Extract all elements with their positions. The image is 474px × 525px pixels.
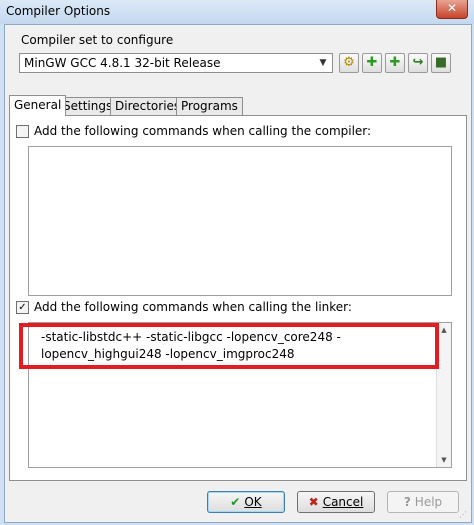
rename-icon: ↪ [412,55,424,70]
checkmark-icon: ✔ [230,495,241,509]
add-empty-compiler-button[interactable]: ✚ [362,53,382,73]
scroll-up-icon[interactable]: ▲ [437,323,451,337]
cancel-button[interactable]: ✖ Cancel [297,491,375,513]
tab-settings[interactable]: Settings [58,97,118,115]
add-empty-icon: ✚ [366,55,378,70]
add-folder-icon: ✚ [389,55,401,70]
close-button[interactable]: ✕ [436,0,468,19]
chevron-down-icon: ▼ [319,58,327,68]
linker-commands-label: Add the following commands when calling … [34,300,352,314]
compiler-set-label: Compiler set to configure [21,33,174,47]
help-icon: ? [403,495,411,509]
cancel-label: Cancel [322,495,364,509]
resize-grip-icon[interactable]: ⋰ [459,510,469,520]
linker-commands-checkbox[interactable]: ✓ [16,301,29,314]
scroll-down-icon[interactable]: ▼ [437,453,451,467]
help-label: Help [414,495,443,509]
compiler-commands-checkbox[interactable] [16,125,29,138]
title-bar: Compiler Options ✕ [0,0,474,24]
cross-icon: ✖ [308,495,319,509]
tab-directories[interactable]: Directories [110,97,186,115]
rename-compiler-button[interactable]: ↪ [408,53,428,73]
find-compiler-button[interactable]: ⚙ [339,53,359,73]
add-compiler-folder-button[interactable]: ✚ [385,53,405,73]
ok-button[interactable]: ✔ OK [207,491,285,513]
delete-compiler-button[interactable]: ■ [431,53,451,73]
ok-label: OK [244,495,262,509]
linker-highlight-box [19,323,439,369]
window-title: Compiler Options [6,4,111,18]
compiler-commands-label: Add the following commands when calling … [34,124,372,138]
compiler-set-select[interactable]: MinGW GCC 4.8.1 32-bit Release ▼ [19,53,333,73]
help-button[interactable]: ? Help [387,491,459,513]
general-tab-panel: Add the following commands when calling … [9,115,467,481]
tab-general[interactable]: General [9,95,67,116]
find-compiler-icon: ⚙ [343,55,355,70]
delete-icon: ■ [434,55,448,70]
close-icon: ✕ [446,1,458,15]
compiler-commands-textarea[interactable] [28,146,452,296]
tab-programs[interactable]: Programs [176,97,243,115]
dialog-client: Compiler set to configure MinGW GCC 4.8.… [4,24,472,523]
compiler-set-value: MinGW GCC 4.8.1 32-bit Release [24,56,221,70]
